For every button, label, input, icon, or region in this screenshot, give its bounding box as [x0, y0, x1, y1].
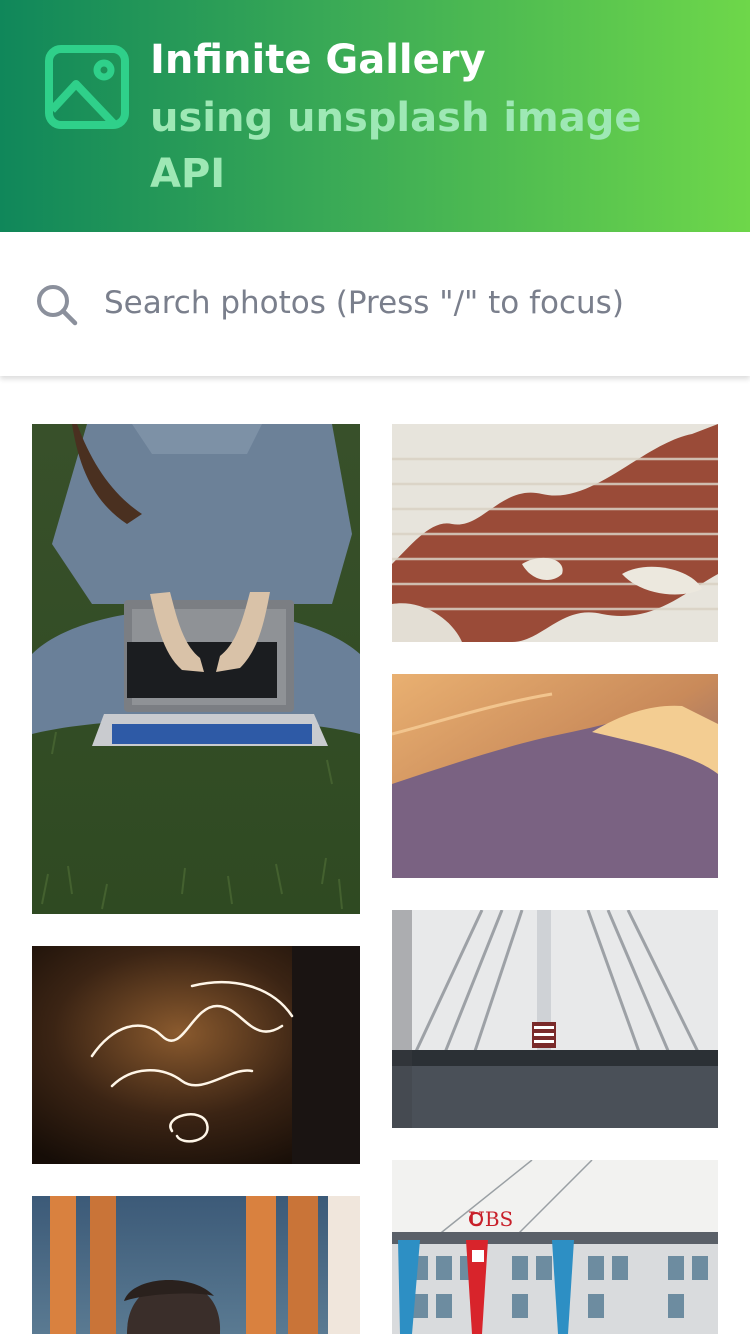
photo-tile[interactable]: [32, 424, 360, 914]
photo-tile[interactable]: UBS: [392, 1160, 718, 1334]
search-input[interactable]: [104, 276, 724, 330]
photo-tile[interactable]: [32, 946, 360, 1164]
photo-tile[interactable]: [392, 424, 718, 642]
photo-tile[interactable]: [392, 910, 718, 1128]
app-header: Infinite Gallery using unsplash image AP…: [0, 0, 750, 232]
search-bar: [0, 232, 750, 376]
building-sign-text: UBS: [468, 1207, 513, 1231]
app-subtitle: using unsplash image API: [150, 95, 642, 197]
app-title: Infinite Gallery: [150, 37, 486, 83]
image-icon: [45, 45, 129, 129]
search-icon: [37, 285, 78, 326]
photo-tile[interactable]: [32, 1196, 360, 1334]
photo-tile[interactable]: [392, 674, 718, 878]
